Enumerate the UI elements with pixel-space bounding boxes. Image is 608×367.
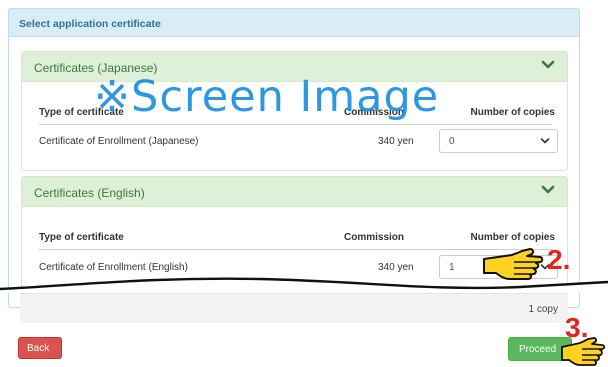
screen-image-watermark: ※Screen Image <box>94 72 440 122</box>
chevron-down-icon <box>540 138 550 144</box>
panel-title: Select application certificate <box>9 9 579 37</box>
certificate-name: Certificate of Enrollment (English) <box>39 262 188 273</box>
total-copies: 1 copy <box>528 304 558 315</box>
chevron-down-icon[interactable] <box>541 59 555 71</box>
column-header-copies: Number of copies <box>470 232 555 243</box>
commission-fee: 340 yen <box>378 262 414 273</box>
pointing-hand-icon <box>561 337 606 366</box>
copies-value: 0 <box>449 136 455 147</box>
commission-fee: 340 yen <box>378 136 414 147</box>
back-button[interactable]: Back <box>18 337 62 359</box>
column-header-type: Type of certificate <box>39 232 124 243</box>
certificate-name: Certificate of Enrollment (Japanese) <box>39 136 199 147</box>
table-divider <box>39 124 552 125</box>
copies-value: 1 <box>449 262 455 273</box>
section-header-english[interactable]: Certificates (English) <box>22 177 567 207</box>
column-header-copies: Number of copies <box>470 107 555 118</box>
pointing-hand-icon <box>483 248 544 280</box>
column-header-commission: Commission <box>344 232 405 243</box>
table-divider <box>39 249 552 250</box>
chevron-down-icon[interactable] <box>541 184 555 196</box>
step-2-marker: 2. <box>547 244 571 275</box>
copies-select-japanese[interactable]: 0 <box>439 129 558 153</box>
summary-bar: 1 copy <box>20 293 568 323</box>
section-title: Certificates (English) <box>34 186 145 200</box>
